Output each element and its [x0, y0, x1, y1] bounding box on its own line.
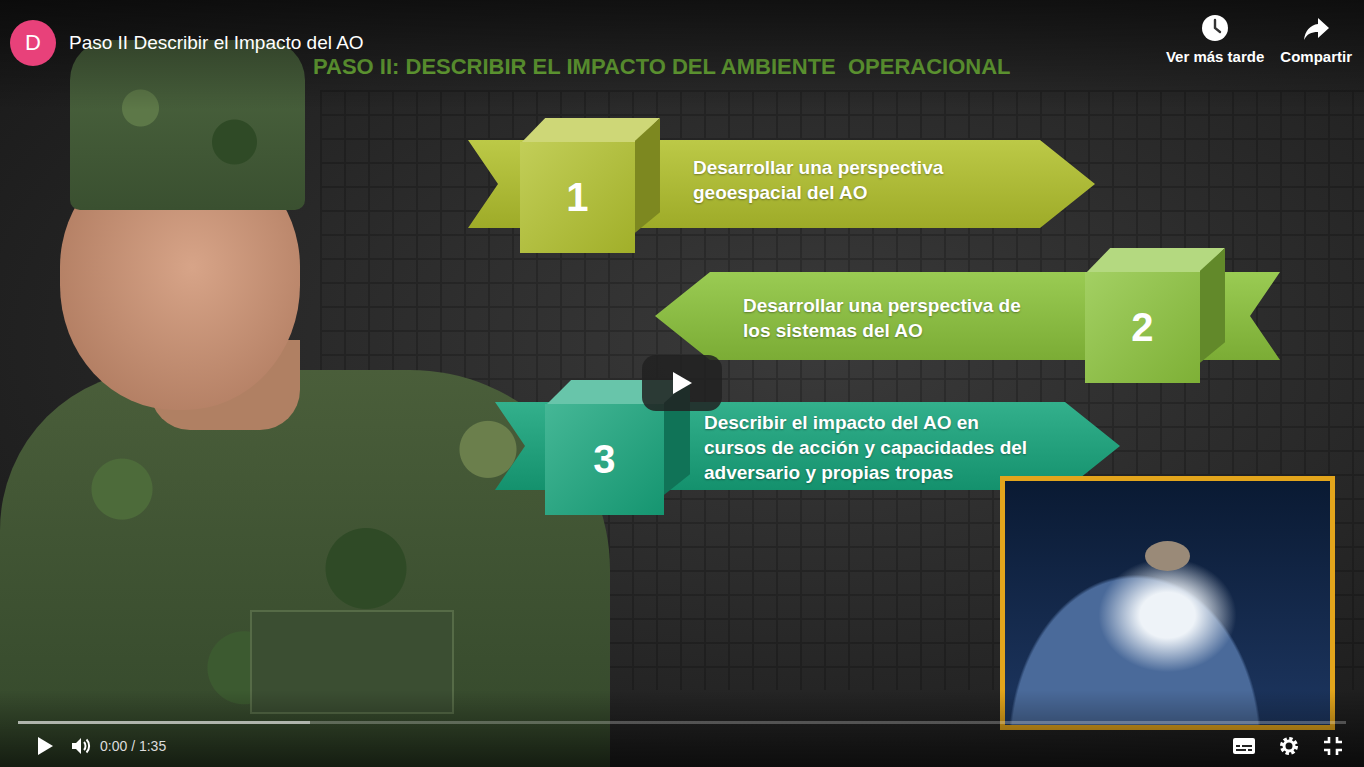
cube-front-face: 3	[545, 404, 664, 515]
step-text-line: geoespacial del AO	[693, 180, 943, 205]
cube-front-face: 2	[1085, 272, 1200, 383]
bottom-gradient	[0, 690, 1364, 767]
step-text: Desarrollar una perspectivageoespacial d…	[693, 155, 943, 205]
play-pause-button[interactable]	[30, 732, 60, 760]
exit-fullscreen-icon[interactable]	[1322, 735, 1344, 757]
control-bar: 0:00 / 1:35	[30, 732, 1344, 760]
volume-icon-svg[interactable]	[70, 736, 92, 756]
subtitles-icon[interactable]	[1232, 736, 1256, 756]
play-icon-svg[interactable]	[35, 736, 55, 756]
step-text-line: los sistemas del AO	[743, 318, 1021, 343]
progress-buffered	[18, 721, 310, 724]
step-text-line: Desarrollar una perspectiva de	[743, 293, 1021, 318]
step-text-line: Desarrollar una perspectiva	[693, 155, 943, 180]
action-button[interactable]: Ver más tarde	[1166, 14, 1264, 65]
step-text-line: adversario y propias tropas	[704, 460, 1027, 485]
cube-front-face: 1	[520, 142, 635, 253]
play-icon-svg[interactable]	[670, 370, 694, 396]
asteroid	[1145, 541, 1190, 571]
top-actions: Ver más tarde Compartir	[1166, 14, 1352, 65]
subtitles-icon-svg[interactable]	[1232, 736, 1256, 756]
gear-icon[interactable]	[1278, 735, 1300, 757]
action-label[interactable]: Ver más tarde	[1166, 48, 1264, 65]
play-icon[interactable]	[35, 736, 55, 756]
action-button[interactable]: Compartir	[1280, 14, 1352, 65]
step-text: Describir el impacto del AO encursos de …	[704, 410, 1027, 485]
step-cube: 1	[520, 118, 660, 253]
channel-avatar[interactable]: D	[10, 20, 56, 66]
volume-icon[interactable]	[70, 736, 92, 756]
action-label[interactable]: Compartir	[1280, 48, 1352, 65]
step-text-line: cursos de acción y capacidades del	[704, 435, 1027, 460]
center-play-button[interactable]	[642, 355, 722, 411]
clock-icon[interactable]	[1201, 14, 1229, 42]
gear-icon-svg[interactable]	[1278, 735, 1300, 757]
progress-track[interactable]	[18, 721, 1346, 724]
video-title[interactable]: Paso II Describir el Impacto del AO	[69, 32, 364, 54]
step-number: 2	[1131, 305, 1153, 350]
step-number: 3	[593, 437, 615, 482]
step-cube: 2	[1085, 248, 1225, 383]
step-text: Desarrollar una perspectiva delos sistem…	[743, 293, 1021, 343]
share-icon[interactable]	[1302, 14, 1330, 42]
time-display: 0:00 / 1:35	[100, 737, 166, 755]
clock-icon-svg[interactable]	[1201, 14, 1229, 42]
step-number: 1	[566, 175, 588, 220]
step-text-line: Describir el impacto del AO en	[704, 410, 1027, 435]
top-gradient	[0, 0, 1364, 110]
exit-fullscreen-icon-svg[interactable]	[1322, 735, 1344, 757]
share-icon-svg[interactable]	[1302, 14, 1330, 42]
play-icon[interactable]	[670, 370, 694, 396]
